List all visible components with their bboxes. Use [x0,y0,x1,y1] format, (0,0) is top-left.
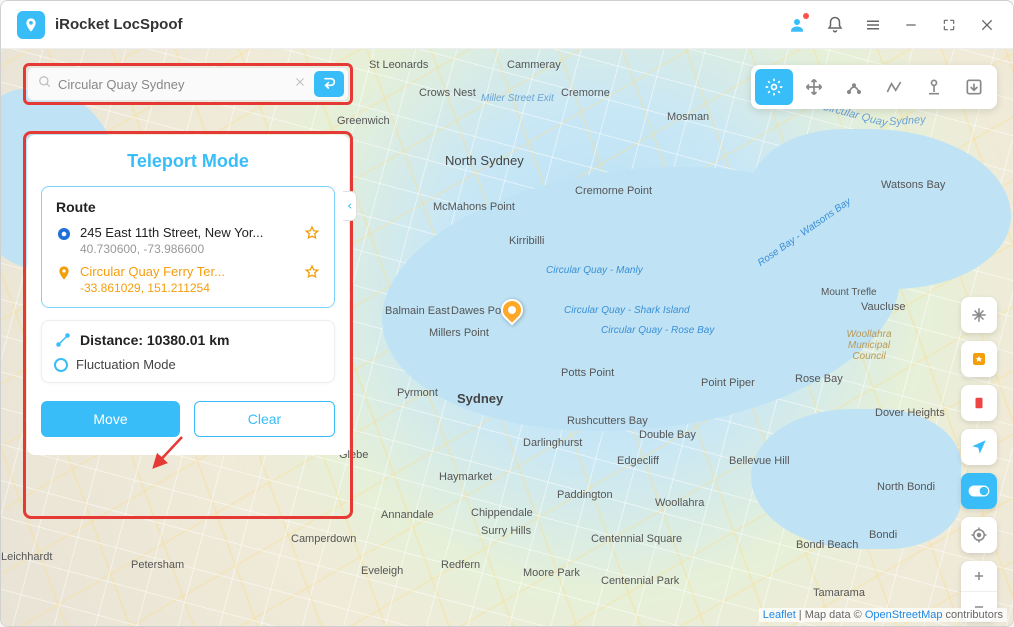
cooldown-button[interactable] [961,297,997,333]
user-icon[interactable] [787,15,807,35]
search-bar [27,67,349,101]
right-toolbar [961,297,997,621]
move-mode-button[interactable] [795,69,833,105]
distance-card: Distance: 10380.01 km Fluctuation Mode [41,320,335,383]
route-heading: Route [56,199,320,215]
destination-name: Circular Quay Ferry Ter... [80,264,296,279]
distance-value: Distance: 10380.01 km [80,332,229,348]
leaflet-link[interactable]: Leaflet [763,609,796,621]
fluctuation-row[interactable]: Fluctuation Mode [54,357,322,372]
origin-coords: 40.730600, -73.986600 [80,242,296,256]
joystick-mode-button[interactable] [915,69,953,105]
maximize-icon[interactable] [939,15,959,35]
destination-pin-icon [56,265,72,281]
origin-name: 245 East 11th Street, New Yor... [80,225,296,240]
twospot-mode-button[interactable] [835,69,873,105]
distance-icon [54,331,72,349]
bell-icon[interactable] [825,15,845,35]
search-go-button[interactable] [314,71,344,97]
destination-coords: -33.861029, 151.211254 [80,281,296,295]
recenter-button[interactable] [961,517,997,553]
favorites-button[interactable] [961,341,997,377]
origin-pin-icon [56,226,72,242]
star-icon[interactable] [304,225,320,246]
search-icon [38,75,52,94]
close-icon[interactable] [977,15,997,35]
realistic-toggle[interactable] [961,473,997,509]
import-gpx-button[interactable] [955,69,993,105]
main-area: St Leonards Cammeray Crows Nest Cremorne… [1,49,1013,626]
locate-button[interactable] [961,429,997,465]
titlebar: iRocket LocSpoof [1,1,1013,49]
teleport-panel: Teleport Mode Route 245 East 11th Street… [27,135,349,455]
panel-title: Teleport Mode [41,151,335,172]
move-button[interactable]: Move [41,401,180,437]
clear-button[interactable]: Clear [194,401,335,437]
history-button[interactable] [961,385,997,421]
app-title: iRocket LocSpoof [55,16,183,33]
panel-actions: Move Clear [41,401,335,437]
multispot-mode-button[interactable] [875,69,913,105]
clear-icon[interactable] [290,71,310,97]
star-icon[interactable] [304,264,320,285]
minimize-icon[interactable] [901,15,921,35]
radio-icon[interactable] [54,358,68,372]
route-card: Route 245 East 11th Street, New Yor... 4… [41,186,335,308]
fluctuation-label: Fluctuation Mode [76,357,176,372]
menu-icon[interactable] [863,15,883,35]
route-origin: 245 East 11th Street, New Yor... 40.7306… [56,225,320,256]
map-attribution: Leaflet | Map data © OpenStreetMap contr… [759,608,1007,622]
panel-collapse-tab[interactable] [343,191,357,221]
zoom-in-button[interactable] [961,561,997,591]
mode-toolbar [751,65,997,109]
search-input[interactable] [58,77,290,92]
osm-link[interactable]: OpenStreetMap [865,609,943,621]
titlebar-actions [787,15,997,35]
distance-row: Distance: 10380.01 km [54,331,322,349]
app-logo [17,11,45,39]
app-window: iRocket LocSpoof [0,0,1014,627]
teleport-mode-button[interactable] [755,69,793,105]
route-destination: Circular Quay Ferry Ter... -33.861029, 1… [56,264,320,295]
